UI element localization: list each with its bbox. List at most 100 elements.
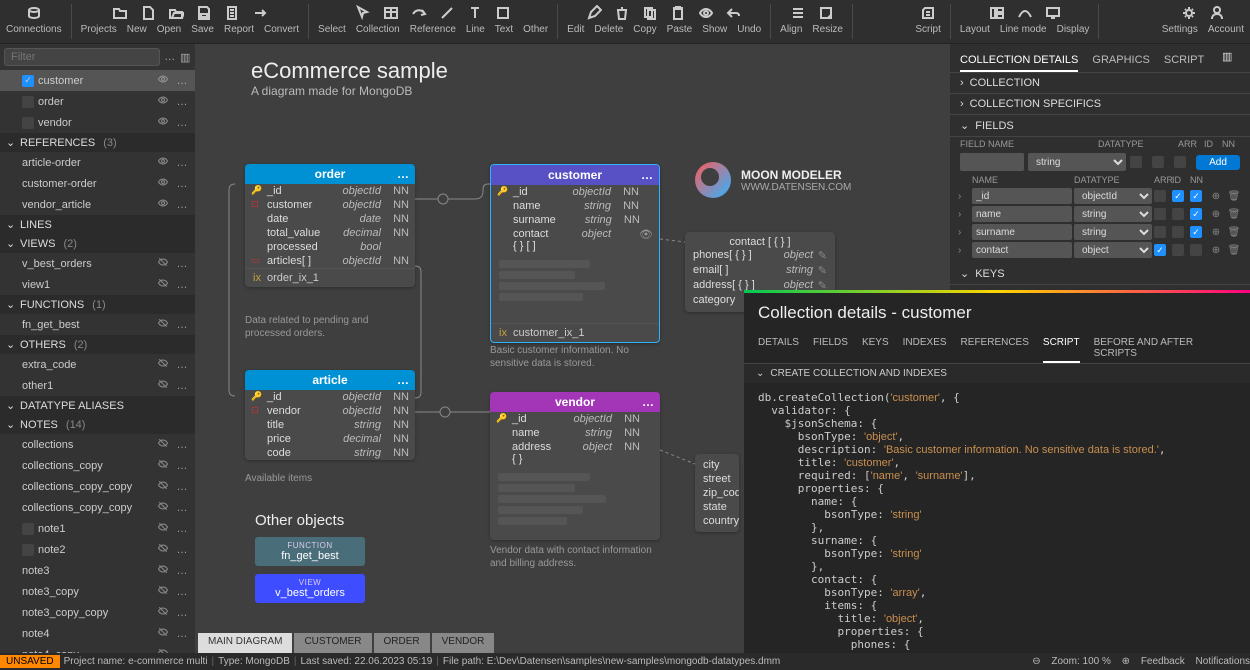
tab-collection-details[interactable]: COLLECTION DETAILS [960,50,1078,72]
tree-item-note4[interactable]: note4… [0,623,195,644]
copy-icon[interactable] [636,2,664,24]
section-collection[interactable]: ›COLLECTION [950,73,1250,94]
toolbar-layout[interactable]: Layout [958,24,992,35]
delete-icon[interactable]: 🗑 [1226,245,1242,256]
arr-checkbox[interactable] [1154,226,1166,238]
visibility-icon[interactable] [157,176,171,191]
footer-tab-customer[interactable]: CUSTOMER [294,633,371,653]
new-field-nn-checkbox[interactable] [1174,156,1186,168]
delete-icon[interactable]: 🗑 [1226,209,1242,220]
entity-menu-icon[interactable]: … [397,373,409,387]
field-row[interactable]: 🔑_idobjectIdNN [245,184,415,198]
toolbar-reference[interactable]: Reference [408,24,458,35]
file-icon[interactable] [134,2,162,24]
visibility-icon[interactable] [157,479,171,494]
field-type-select[interactable]: string [1074,206,1152,222]
entity-address[interactable]: citystreetzip_codestatecountry [695,454,739,532]
visibility-icon[interactable] [157,256,171,271]
toolbar-display[interactable]: Display [1055,24,1092,35]
notifications-link[interactable]: Notifications [1196,656,1250,667]
tree-header-FUNCTIONS[interactable]: ⌄FUNCTIONS(1) [0,295,195,314]
section-fields[interactable]: ⌄FIELDS [950,115,1250,137]
sqltab-before-and-after-scripts[interactable]: BEFORE AND AFTER SCRIPTS [1094,333,1236,363]
new-field-arr-checkbox[interactable] [1130,156,1142,168]
field-row[interactable]: zip_code [703,486,731,500]
entity-menu-icon[interactable]: … [641,168,653,182]
filter-input[interactable] [4,48,160,66]
field-row[interactable]: address { }objectNN [490,440,660,466]
tree-item-customer[interactable]: ✓customer… [0,70,195,91]
visibility-icon[interactable] [157,277,171,292]
resize-icon[interactable] [812,2,840,24]
field-type-select[interactable]: string [1074,224,1152,240]
item-menu-icon[interactable]: … [175,380,189,392]
expand-icon[interactable]: › [958,245,970,256]
tree-header-NOTES[interactable]: ⌄NOTES(14) [0,415,195,434]
add-field-button[interactable]: Add [1196,155,1240,170]
new-field-id-checkbox[interactable] [1152,156,1164,168]
visibility-icon[interactable] [157,317,171,332]
feedback-link[interactable]: Feedback [1141,656,1185,667]
id-checkbox[interactable] [1172,190,1184,202]
item-menu-icon[interactable]: … [175,607,189,619]
field-row[interactable]: phones[ { } ]object✎ [693,248,827,263]
entity-article[interactable]: article… 🔑_idobjectIdNN⊡vendorobjectIdNN… [245,370,415,460]
edit-icon[interactable] [580,2,608,24]
nn-checkbox[interactable] [1190,226,1202,238]
item-menu-icon[interactable]: … [175,481,189,493]
visibility-icon[interactable] [157,563,171,578]
item-menu-icon[interactable]: … [175,565,189,577]
display-icon[interactable] [1039,2,1067,24]
arr-checkbox[interactable] [1154,190,1166,202]
new-field-datatype-select[interactable]: string [1028,153,1126,171]
entity-order[interactable]: order… 🔑_idobjectIdNN⊡customerobjectIdNN… [245,164,415,287]
move-icon[interactable]: ⊕ [1208,227,1224,238]
toolbar-new[interactable]: New [125,24,149,35]
tree-item-vendor_article[interactable]: vendor_article… [0,194,195,215]
visibility-icon[interactable] [157,584,171,599]
item-menu-icon[interactable]: … [175,117,189,129]
field-row[interactable]: country [703,514,731,528]
field-row[interactable]: state [703,500,731,514]
script-code[interactable]: db.createCollection('customer', { valida… [744,383,1250,653]
text-icon[interactable] [461,2,489,24]
tree-item-note3_copy[interactable]: note3_copy… [0,581,195,602]
footer-tab-main-diagram[interactable]: MAIN DIAGRAM [198,633,292,653]
footer-tab-vendor[interactable]: VENDOR [432,633,495,653]
script-section[interactable]: ⌄CREATE COLLECTION AND INDEXES [744,364,1250,383]
tab-script[interactable]: SCRIPT [1164,50,1204,72]
toolbar-text[interactable]: Text [493,24,515,35]
line-icon[interactable] [433,2,461,24]
entity-menu-icon[interactable]: … [397,167,409,181]
toolbar-collection[interactable]: Collection [354,24,402,35]
toolbar-script[interactable]: Script [913,24,943,35]
tree-item-note3_copy_copy[interactable]: note3_copy_copy… [0,602,195,623]
report-icon[interactable] [218,2,246,24]
new-field-name-input[interactable] [960,153,1024,171]
id-checkbox[interactable] [1172,244,1184,256]
cursor-icon[interactable] [349,2,377,24]
delete-icon[interactable]: 🗑 [1226,191,1242,202]
open-icon[interactable] [162,2,190,24]
item-menu-icon[interactable]: … [175,586,189,598]
field-row[interactable]: surnamestringNN [491,213,659,227]
toolbar-delete[interactable]: Delete [592,24,625,35]
visibility-icon[interactable] [157,437,171,452]
zoom-out-icon[interactable]: ⊖ [1032,656,1040,667]
visibility-icon[interactable] [157,94,171,109]
tree-item-note1[interactable]: note1… [0,518,195,539]
align-icon[interactable] [784,2,812,24]
linemode-icon[interactable] [1011,2,1039,24]
visibility-icon[interactable] [157,626,171,641]
field-row[interactable]: contact { } [ ]object👁 [491,227,659,253]
entity-menu-icon[interactable]: … [642,395,654,409]
item-menu-icon[interactable]: … [175,199,189,211]
toolbar-connections[interactable]: Connections [4,24,64,35]
toolbar-select[interactable]: Select [316,24,348,35]
visibility-icon[interactable] [157,115,171,130]
field-row[interactable]: namestringNN [490,426,660,440]
tree-item-view1[interactable]: view1… [0,274,195,295]
tree-item-note2[interactable]: note2… [0,539,195,560]
db-icon[interactable] [20,2,48,24]
entity-customer[interactable]: customer… 🔑_idobjectIdNNnamestringNNsurn… [490,164,660,343]
